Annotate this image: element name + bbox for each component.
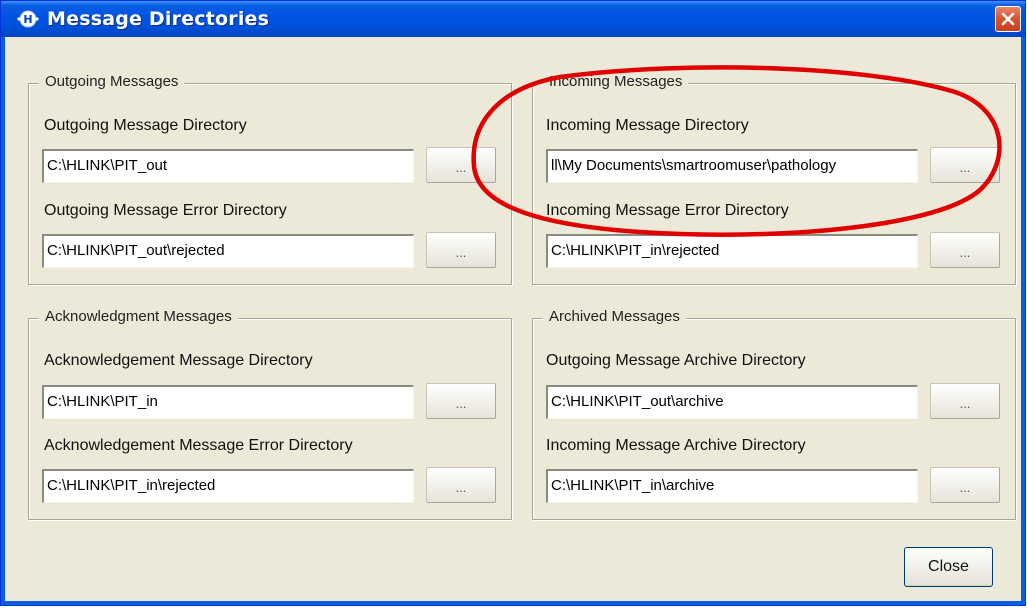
group-title: Incoming Messages bbox=[543, 73, 689, 90]
incoming-directory-label: Incoming Message Directory bbox=[546, 117, 749, 134]
acknowledgement-directory-label: Acknowledgement Message Directory bbox=[44, 352, 313, 369]
window-frame-bottom bbox=[1, 601, 1025, 605]
incoming-directory-browse-button[interactable]: ... bbox=[930, 147, 1000, 183]
acknowledgement-error-directory-label: Acknowledgement Message Error Directory bbox=[44, 437, 353, 454]
group-title: Archived Messages bbox=[543, 308, 686, 325]
incoming-error-directory-field[interactable]: C:\HLINK\PIT_in\rejected bbox=[546, 234, 918, 268]
outgoing-error-directory-browse-button[interactable]: ... bbox=[426, 232, 496, 268]
close-x-icon bbox=[1001, 12, 1015, 26]
acknowledgement-directory-browse-button[interactable]: ... bbox=[426, 383, 496, 419]
group-title: Acknowledgment Messages bbox=[39, 308, 238, 325]
svg-text:H: H bbox=[23, 13, 32, 26]
window-title: Message Directories bbox=[47, 8, 270, 30]
acknowledgement-error-directory-browse-button[interactable]: ... bbox=[426, 467, 496, 503]
group-title: Outgoing Messages bbox=[39, 73, 185, 90]
outgoing-archive-directory-field[interactable]: C:\HLINK\PIT_out\archive bbox=[546, 385, 918, 419]
title-bar: H Message Directories bbox=[1, 1, 1025, 37]
outgoing-directory-field[interactable]: C:\HLINK\PIT_out bbox=[42, 149, 414, 183]
window-frame-left bbox=[1, 37, 5, 605]
incoming-archive-directory-browse-button[interactable]: ... bbox=[930, 467, 1000, 503]
outgoing-archive-directory-label: Outgoing Message Archive Directory bbox=[546, 352, 806, 369]
close-button[interactable]: Close bbox=[904, 547, 993, 587]
acknowledgement-directory-field[interactable]: C:\HLINK\PIT_in bbox=[42, 385, 414, 419]
outgoing-directory-browse-button[interactable]: ... bbox=[426, 147, 496, 183]
incoming-error-directory-label: Incoming Message Error Directory bbox=[546, 202, 789, 219]
window-frame-right bbox=[1021, 37, 1025, 605]
acknowledgement-error-directory-field[interactable]: C:\HLINK\PIT_in\rejected bbox=[42, 469, 414, 503]
outgoing-archive-directory-browse-button[interactable]: ... bbox=[930, 383, 1000, 419]
incoming-directory-field[interactable]: ll\My Documents\smartroomuser\pathology bbox=[546, 149, 918, 183]
incoming-archive-directory-label: Incoming Message Archive Directory bbox=[546, 437, 806, 454]
app-icon: H bbox=[17, 9, 39, 29]
window-close-button[interactable] bbox=[995, 6, 1021, 32]
incoming-archive-directory-field[interactable]: C:\HLINK\PIT_in\archive bbox=[546, 469, 918, 503]
outgoing-error-directory-field[interactable]: C:\HLINK\PIT_out\rejected bbox=[42, 234, 414, 268]
outgoing-error-directory-label: Outgoing Message Error Directory bbox=[44, 202, 287, 219]
incoming-error-directory-browse-button[interactable]: ... bbox=[930, 232, 1000, 268]
outgoing-directory-label: Outgoing Message Directory bbox=[44, 117, 247, 134]
